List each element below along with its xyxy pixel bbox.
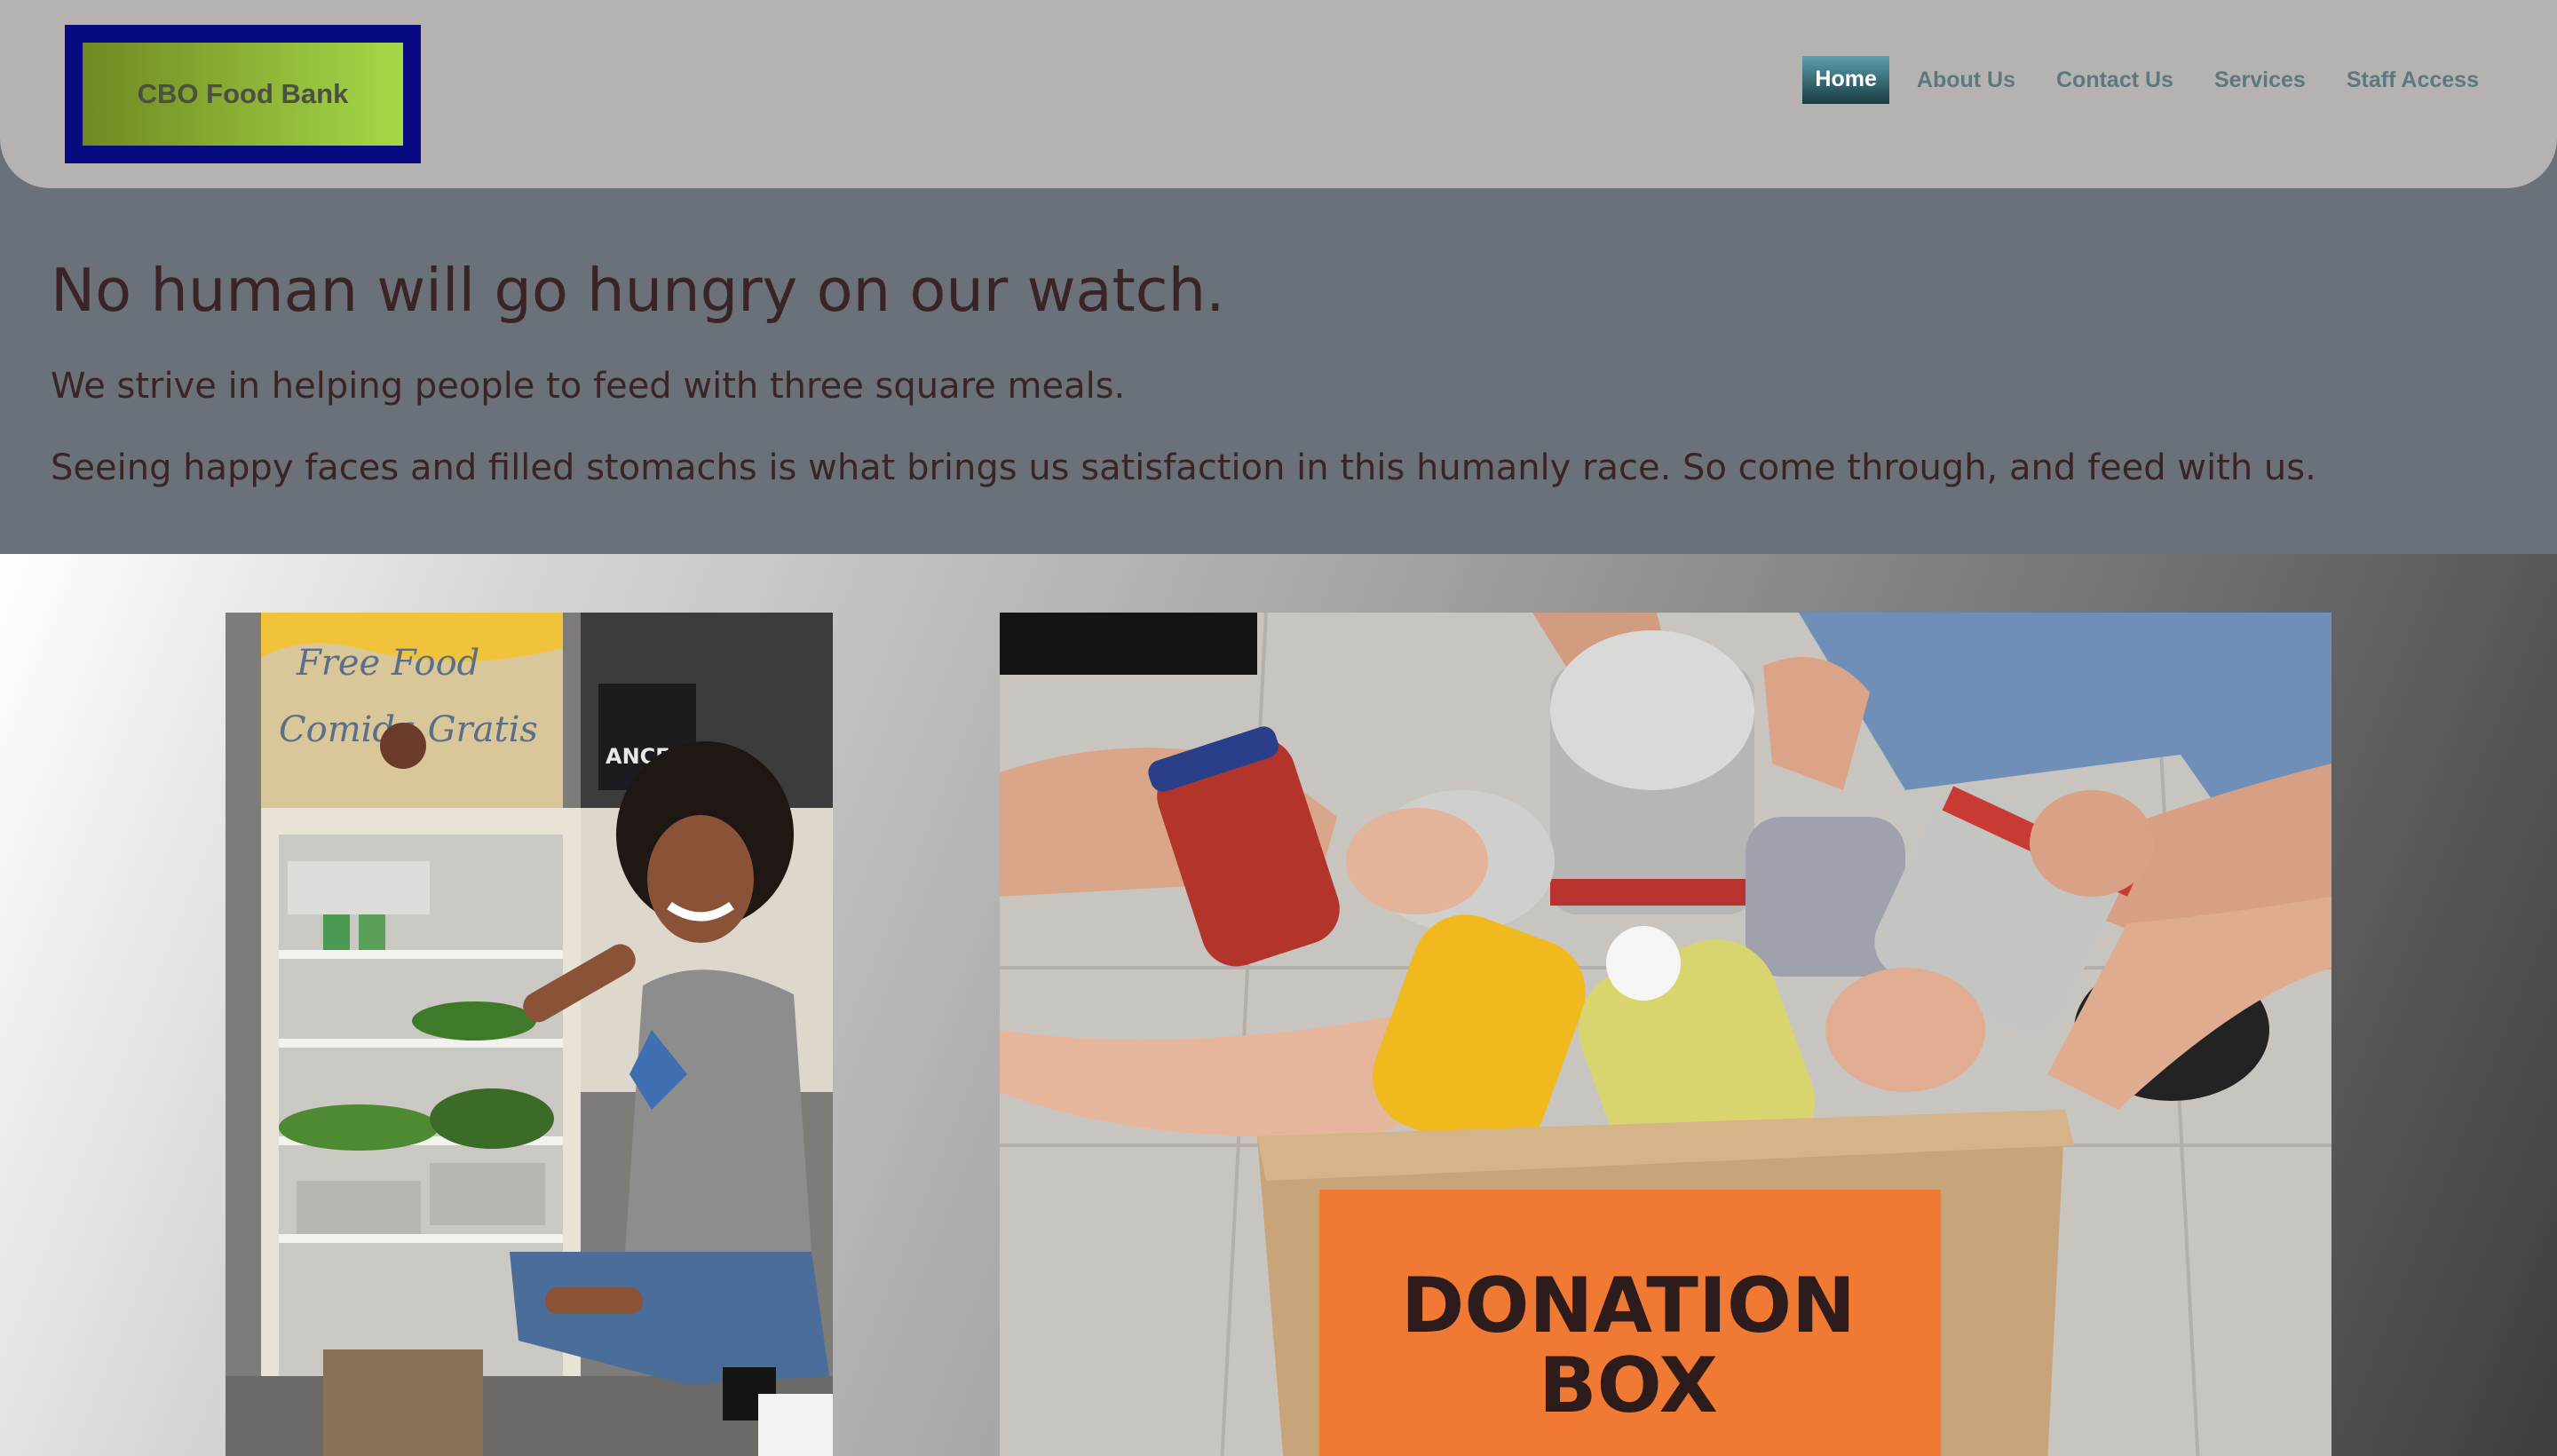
community-fridge-photo: ANCE Free Food Comida Gratis [226,613,833,1456]
logo[interactable]: CBO Food Bank [65,25,421,163]
donation-box-photo: DONATION BOX [1000,613,2331,1456]
nav-services[interactable]: Services [2214,67,2306,93]
logo-text[interactable]: CBO Food Bank [83,43,403,146]
box-label-line-1: DONATION [1401,1262,1856,1350]
site-header: CBO Food Bank Home About Us Contact Us S… [0,0,2557,188]
nav-staff-access[interactable]: Staff Access [2347,67,2479,93]
main-nav: Home About Us Contact Us Services Staff … [1802,56,2479,104]
sign-line-1: Free Food [296,643,479,684]
hero-section: No human will go hungry on our watch. We… [0,188,2557,554]
nav-contact-us[interactable]: Contact Us [2056,67,2173,93]
hero-headline: No human will go hungry on our watch. [51,256,1225,325]
hero-paragraph-1: We strive in helping people to feed with… [51,366,1126,407]
nav-about-us[interactable]: About Us [1917,67,2015,93]
nav-home[interactable]: Home [1802,56,1889,104]
box-label-line-2: BOX [1539,1341,1718,1430]
photo-gallery: ANCE Free Food Comida Gratis DONATION BO… [0,554,2557,1456]
hero-paragraph-2: Seeing happy faces and filled stomachs i… [51,447,2316,488]
